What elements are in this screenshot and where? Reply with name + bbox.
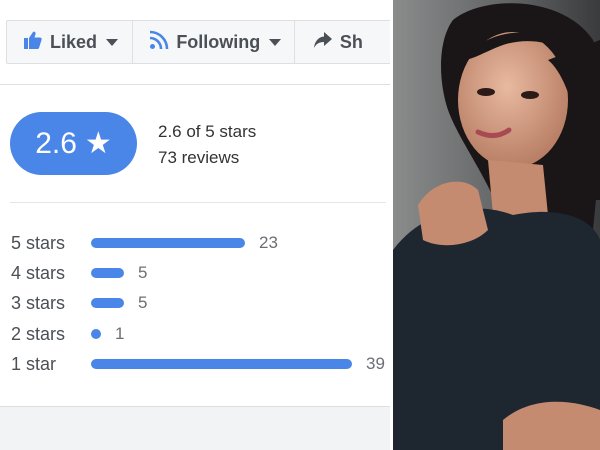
rating-bar <box>91 238 245 248</box>
liked-label: Liked <box>50 31 98 52</box>
rating-bar <box>91 298 124 308</box>
divider <box>10 202 386 203</box>
thumbs-up-icon <box>23 30 43 55</box>
rating-row-2[interactable]: 2 stars 1 <box>0 322 390 346</box>
rating-row-label: 3 stars <box>11 293 66 313</box>
rating-row-count: 39 <box>366 354 385 373</box>
rss-feed-icon <box>149 30 169 55</box>
rating-row-1[interactable]: 1 star 39 <box>0 352 390 376</box>
rating-row-5[interactable]: 5 stars 23 <box>0 231 390 255</box>
rating-row-4[interactable]: 4 stars 5 <box>0 261 390 285</box>
rating-row-label: 4 stars <box>11 263 66 283</box>
rating-badge: 2.6 ★ <box>10 112 137 175</box>
following-button[interactable]: Following <box>133 21 295 63</box>
rating-row-count: 23 <box>259 233 278 252</box>
liked-button[interactable]: Liked <box>7 21 134 63</box>
divider <box>0 84 390 85</box>
review-count: 73 reviews <box>158 148 240 167</box>
rating-row-count: 1 <box>115 324 125 343</box>
page-action-bar: Liked Following Sh <box>6 20 390 64</box>
rating-summary: 2.6 of 5 stars <box>158 122 257 141</box>
profile-photo <box>393 0 600 450</box>
rating-row-3[interactable]: 3 stars 5 <box>0 291 390 315</box>
rating-row-label: 5 stars <box>11 233 66 253</box>
rating-row-label: 1 star <box>11 354 57 374</box>
chevron-down-icon <box>106 38 119 46</box>
following-label: Following <box>176 31 261 52</box>
rating-row-count: 5 <box>138 293 148 312</box>
share-label: Sh <box>339 31 363 52</box>
panel-footer <box>0 406 390 450</box>
page-rating-panel: Liked Following Sh 2.6 ★ 2.6 of 5 stars … <box>0 0 390 450</box>
share-button[interactable]: Sh <box>295 21 390 63</box>
rating-bar <box>91 329 101 339</box>
rating-row-label: 2 stars <box>11 324 66 344</box>
rating-bar <box>91 268 124 278</box>
rating-bar <box>91 359 352 369</box>
rating-score: 2.6 <box>35 126 77 160</box>
chevron-down-icon <box>269 38 282 46</box>
rating-row-count: 5 <box>138 263 148 282</box>
share-arrow-icon <box>313 31 333 54</box>
star-icon: ★ <box>84 127 112 160</box>
